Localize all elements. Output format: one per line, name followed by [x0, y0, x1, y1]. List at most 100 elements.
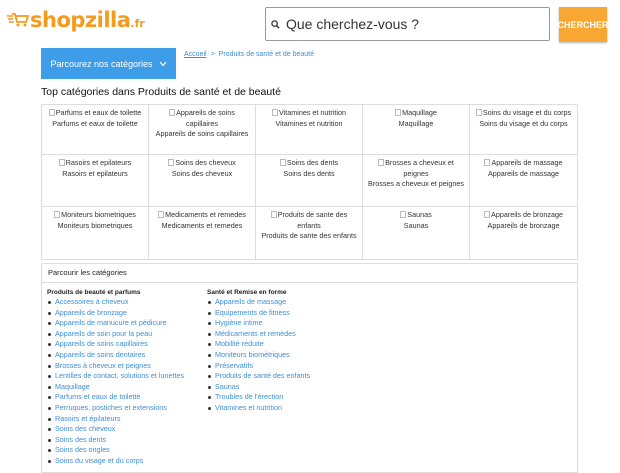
category-tile[interactable]: Moniteurs biometriques Moniteurs biometri… [42, 207, 149, 259]
category-link[interactable]: Saunas [207, 382, 310, 393]
broken-image-icon [58, 159, 65, 166]
broken-image-icon [400, 211, 407, 218]
category-tile[interactable]: Soins du visage et du corps Soins du visa… [470, 105, 577, 155]
category-image-alt: Brosses a cheveux et peignes [385, 158, 454, 178]
category-image[interactable]: Soins des dents [279, 158, 338, 167]
category-link[interactable]: Accessoires à cheveux [47, 297, 184, 308]
chevron-down-icon [159, 59, 167, 69]
category-image-alt: Rasoirs et epilateurs [65, 158, 132, 167]
category-image[interactable]: Brosses a cheveux et peignes [378, 158, 454, 178]
broken-image-icon [475, 109, 482, 116]
breadcrumb-home-link[interactable]: Accueil [184, 51, 207, 58]
browse-categories-button[interactable]: Parcourez nos catégories [41, 48, 176, 79]
category-link[interactable]: Troubles de l'érection [207, 392, 310, 403]
category-tile[interactable]: Produits de sante des enfants Produits de… [256, 207, 363, 259]
category-tile[interactable]: Appareils de massage Appareils de massage [470, 155, 577, 207]
category-label[interactable]: Brosses a cheveux et peignes [367, 179, 465, 190]
search-box[interactable] [265, 7, 550, 41]
category-image[interactable]: Moniteurs biometriques [54, 210, 136, 219]
category-label[interactable]: Maquillage [367, 119, 465, 130]
category-label[interactable]: Appareils de massage [474, 169, 573, 180]
category-label[interactable]: Saunas [367, 221, 465, 232]
category-label[interactable]: Soins des cheveux [153, 169, 251, 180]
category-link[interactable]: Moniteurs biométriques [207, 350, 310, 361]
shopzilla-logo[interactable]: shopzilla .fr [7, 8, 145, 32]
category-image[interactable]: Appareils de massage [484, 158, 563, 167]
category-link[interactable]: Vitamines et nutrition [207, 403, 310, 414]
category-label[interactable]: Produits de sante des enfants [260, 231, 358, 242]
panel-title: Parcourir les catégories [42, 264, 577, 283]
category-image[interactable]: Saunas [400, 210, 432, 219]
category-image-alt: Appareils de soins capillaires [176, 108, 235, 128]
category-column-beauty: Produits de beauté et parfums Accessoire… [47, 289, 184, 467]
category-link[interactable]: Appareils de bronzage [47, 308, 184, 319]
breadcrumb-current[interactable]: Produits de santé et de beauté [219, 51, 314, 58]
category-tile[interactable]: Medicaments et remedes Medicaments et rem… [149, 207, 256, 259]
category-link[interactable]: Médicaments et remèdes [207, 329, 310, 340]
broken-image-icon [158, 211, 165, 218]
category-label[interactable]: Appareils de bronzage [474, 221, 573, 232]
category-label[interactable]: Vitamines et nutrition [260, 119, 358, 130]
category-tile[interactable]: Maquillage Maquillage [363, 105, 470, 155]
category-tile[interactable]: Appareils de bronzage Appareils de bronza… [470, 207, 577, 259]
category-link[interactable]: Préservatifs [207, 361, 310, 372]
column-heading: Santé et Remise en forme [207, 289, 287, 296]
category-image[interactable]: Vitamines et nutrition [272, 108, 346, 117]
category-link[interactable]: Brosses à cheveux et peignes [47, 361, 184, 372]
category-image[interactable]: Produits de sante des enfants [270, 210, 348, 230]
category-link[interactable]: Soins des dents [47, 435, 184, 446]
category-label[interactable]: Soins du visage et du corps [474, 119, 573, 130]
category-image[interactable]: Medicaments et remedes [158, 210, 246, 219]
category-image[interactable]: Appareils de bronzage [484, 210, 563, 219]
category-image[interactable]: Appareils de soins capillaires [169, 108, 235, 128]
category-link[interactable]: Appareils de manucure et pédicure [47, 318, 184, 329]
category-link[interactable]: Hygiène intime [207, 318, 310, 329]
category-link[interactable]: Soins du visage et du corps [47, 456, 184, 467]
category-image[interactable]: Parfums et eaux de toilette [48, 108, 141, 117]
logo-tld: .fr [130, 17, 145, 30]
category-tile[interactable]: Rasoirs et epilateurs Rasoirs et epilateu… [42, 155, 149, 207]
top-categories-grid: Parfums et eaux de toilette Parfums et ea… [41, 104, 578, 260]
cart-icon [7, 13, 29, 27]
category-list: Appareils de massage Equipements de fitne… [207, 297, 310, 414]
category-tile[interactable]: Vitamines et nutrition Vitamines et nutri… [256, 105, 363, 155]
category-image[interactable]: Rasoirs et epilateurs [58, 158, 132, 167]
category-link[interactable]: Produits de santé des enfants [207, 371, 310, 382]
category-link[interactable]: Parfums et eaux de toilette [47, 392, 184, 403]
category-image-alt: Moniteurs biometriques [61, 210, 136, 219]
logo-wordmark: shopzilla [30, 8, 131, 32]
category-link[interactable]: Lentilles de contact, solutions et lunet… [47, 371, 184, 382]
category-label[interactable]: Rasoirs et epilateurs [46, 169, 144, 180]
category-link[interactable]: Appareils de soin pour la peau [47, 329, 184, 340]
category-tile[interactable]: Soins des cheveux Soins des cheveux [149, 155, 256, 207]
category-link[interactable]: Appareils de soins dentaires [47, 350, 184, 361]
category-tile[interactable]: Soins des dents Soins des dents [256, 155, 363, 207]
category-link[interactable]: Maquillage [47, 382, 184, 393]
category-image-alt: Produits de sante des enfants [277, 210, 348, 230]
category-label[interactable]: Soins des dents [260, 169, 358, 180]
category-tile[interactable]: Saunas Saunas [363, 207, 470, 259]
category-link[interactable]: Appareils de soins capillaires [47, 339, 184, 350]
category-label[interactable]: Moniteurs biometriques [46, 221, 144, 232]
category-link[interactable]: Mobilité réduite [207, 339, 310, 350]
category-image[interactable]: Maquillage [395, 108, 437, 117]
category-label[interactable]: Medicaments et remedes [153, 221, 251, 232]
search-input[interactable] [284, 15, 538, 33]
category-image[interactable]: Soins des cheveux [168, 158, 236, 167]
browse-categories-panel: Parcourir les catégories Produits de bea… [41, 263, 578, 473]
category-link[interactable]: Rasoirs et épilateurs [47, 414, 184, 425]
category-label[interactable]: Appareils de soins capillaires [153, 129, 251, 140]
category-link[interactable]: Equipements de fitness [207, 308, 310, 319]
category-link[interactable]: Soins des cheveux [47, 424, 184, 435]
category-tile[interactable]: Brosses a cheveux et peignes Brosses a ch… [363, 155, 470, 207]
category-tile[interactable]: Appareils de soins capillaires Appareils … [149, 105, 256, 155]
category-link[interactable]: Perruques, postiches et extensions [47, 403, 184, 414]
category-label[interactable]: Parfums et eaux de toilette [46, 119, 144, 130]
search-button[interactable]: CHERCHER [558, 7, 609, 42]
category-link[interactable]: Appareils de massage [207, 297, 310, 308]
broken-image-icon [169, 109, 176, 116]
category-image[interactable]: Soins du visage et du corps [475, 108, 571, 117]
category-link[interactable]: Soins des ongles [47, 445, 184, 456]
page-title: Top catégories dans Produits de santé et… [41, 86, 281, 98]
category-tile[interactable]: Parfums et eaux de toilette Parfums et ea… [42, 105, 149, 155]
